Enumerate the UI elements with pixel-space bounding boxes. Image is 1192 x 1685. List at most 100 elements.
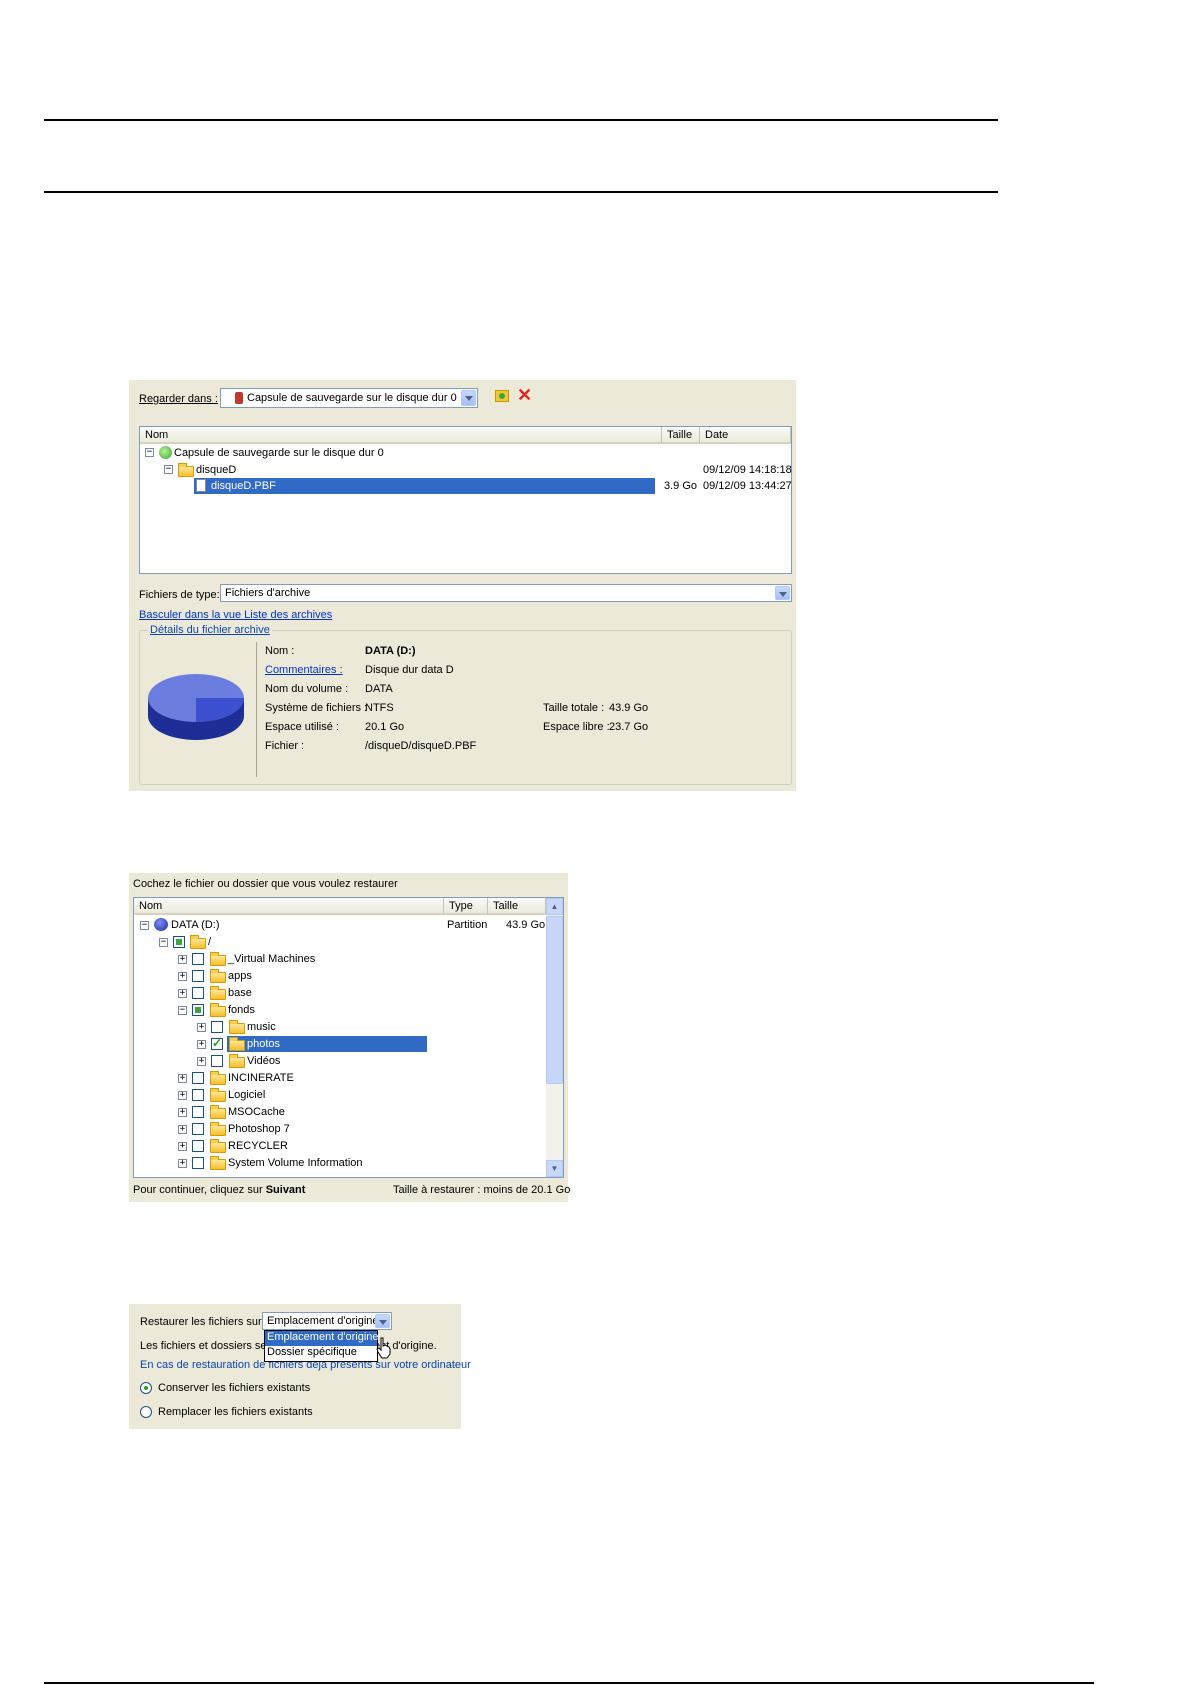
expand-icon[interactable]: + [178,1108,187,1117]
collapse-icon[interactable]: − [164,465,173,474]
item-name: fonds [228,1004,255,1016]
checkbox[interactable] [192,1157,204,1169]
tree-row-disqued[interactable]: − disqueD 09/12/09 14:18:18 [140,462,792,478]
chevron-down-icon[interactable] [775,586,790,600]
expand-icon[interactable]: + [178,1159,187,1168]
column-header-type[interactable]: Type [444,898,488,915]
option-specific-folder[interactable]: Dossier spécifique [267,1346,357,1358]
checkbox[interactable] [192,953,204,965]
column-header-size[interactable]: Taille [662,427,700,444]
option-original-location[interactable]: Emplacement d'origine [265,1331,379,1346]
chevron-down-icon[interactable] [461,390,476,406]
radio-replace[interactable] [140,1406,152,1418]
folder-icon [210,1139,226,1153]
file-icon [196,479,206,492]
checkbox[interactable] [192,970,204,982]
radio-replace-label[interactable]: Remplacer les fichiers existants [158,1406,313,1418]
detail-file-value: /disqueD/disqueD.PBF [365,740,477,752]
tree-row-item[interactable]: + RECYCLER [134,1138,434,1154]
checkbox[interactable] [211,1055,223,1067]
checkbox[interactable] [192,1123,204,1135]
folder-icon [229,1054,245,1068]
look-in-dropdown[interactable]: Capsule de sauvegarde sur le disque dur … [220,388,478,408]
expand-icon[interactable]: + [178,989,187,998]
tree-row-item[interactable]: + System Volume Information [134,1155,434,1171]
detail-fs-label: Système de fichiers : [265,702,368,714]
column-header-date[interactable]: Date [700,427,791,444]
radio-keep-label[interactable]: Conserver les fichiers existants [158,1382,310,1394]
folder-icon [210,1105,226,1119]
instruction-text: Cochez le fichier ou dossier que vous vo… [133,878,398,890]
hand-cursor-icon [376,1337,391,1359]
details-divider [256,642,257,777]
tree-row-item[interactable]: + base [134,985,434,1001]
folder-icon [210,1071,226,1085]
item-name: System Volume Information [228,1157,363,1169]
switch-view-link[interactable]: Basculer dans la vue Liste des archives [139,609,332,621]
scroll-thumb[interactable] [546,916,563,1084]
vertical-scrollbar[interactable]: ▲ ▼ [546,898,563,1177]
tree-row-capsule[interactable]: − Capsule de sauvegarde sur le disque du… [140,445,791,461]
column-header-name[interactable]: Nom [134,898,444,915]
tree-row-item[interactable]: + _Virtual Machines [134,951,434,967]
file-type-dropdown[interactable]: Fichiers d'archive [220,584,792,602]
tree-row-item[interactable]: + INCINERATE [134,1070,434,1086]
checkbox[interactable] [211,1021,223,1033]
expand-icon[interactable]: + [178,1074,187,1083]
up-folder-icon[interactable] [495,390,509,402]
tree-row-root[interactable]: − DATA (D:) Partition 43.9 Go [134,917,545,933]
file-type-value: Fichiers d'archive [225,587,311,599]
row-name: Capsule de sauvegarde sur le disque dur … [174,447,384,459]
expand-icon[interactable]: + [197,1040,206,1049]
expand-icon[interactable]: + [197,1023,206,1032]
tree-row-item[interactable]: + Photoshop 7 [134,1121,434,1137]
expand-icon[interactable]: + [178,955,187,964]
restore-destination-panel: Restaurer les fichiers sur : Emplacement… [129,1304,471,1429]
collapse-icon[interactable]: − [159,938,168,947]
restore-tree: Nom Type Taille ▲ ▼ − DATA (D:) Partitio… [133,897,564,1178]
detail-total-value: 43.9 Go [609,702,649,714]
checkbox[interactable] [192,1072,204,1084]
collapse-icon[interactable]: − [178,1006,187,1015]
tree-row-item[interactable]: − fonds [134,1002,434,1018]
item-name: INCINERATE [228,1072,294,1084]
checkbox[interactable] [192,1140,204,1152]
expand-icon[interactable]: + [178,1091,187,1100]
tree-row-item[interactable]: + Logiciel [134,1087,434,1103]
tree-row-item[interactable]: + Vidéos [134,1053,434,1069]
detail-file-label: Fichier : [265,740,305,752]
tree-row-disqued-pbf[interactable]: disqueD.PBF [194,478,655,494]
restore-to-dropdown[interactable]: Emplacement d'origine [262,1312,392,1330]
delete-icon[interactable]: ✕ [517,385,532,406]
detail-volume-label: Nom du volume : [265,683,349,695]
folder-icon [229,1020,245,1034]
restore-selection-panel: Cochez le fichier ou dossier que vous vo… [129,873,570,1202]
column-header-size[interactable]: Taille [488,898,546,915]
scroll-down-button[interactable]: ▼ [546,1160,563,1177]
expand-icon[interactable]: + [178,1142,187,1151]
tree-row-slash[interactable]: − / [134,934,434,950]
detail-comment-link[interactable]: Commentaires : [265,664,343,676]
tree-row-item[interactable]: + MSOCache [134,1104,434,1120]
checkbox[interactable] [192,1106,204,1118]
chevron-down-icon[interactable] [375,1314,390,1328]
column-header-name[interactable]: Nom [140,427,662,444]
item-name: apps [228,970,252,982]
tree-row-item[interactable]: + apps [134,968,434,984]
checkbox[interactable] [192,1089,204,1101]
expand-icon[interactable]: + [178,1125,187,1134]
checkbox[interactable] [192,987,204,999]
collapse-icon[interactable]: − [140,921,149,930]
checkbox[interactable] [192,1004,204,1016]
row-size: 3.9 Go [664,480,698,492]
scroll-up-button[interactable]: ▲ [546,898,563,915]
expand-icon[interactable]: + [178,972,187,981]
collapse-icon[interactable]: − [145,448,154,457]
checkbox[interactable] [173,936,185,948]
tree-row-item-photos[interactable]: + photos [134,1036,434,1052]
tree-row-item[interactable]: + music [134,1019,434,1035]
root-type: Partition [447,919,488,931]
checkbox-checked[interactable] [211,1036,223,1050]
expand-icon[interactable]: + [197,1057,206,1066]
radio-keep[interactable] [140,1382,152,1394]
